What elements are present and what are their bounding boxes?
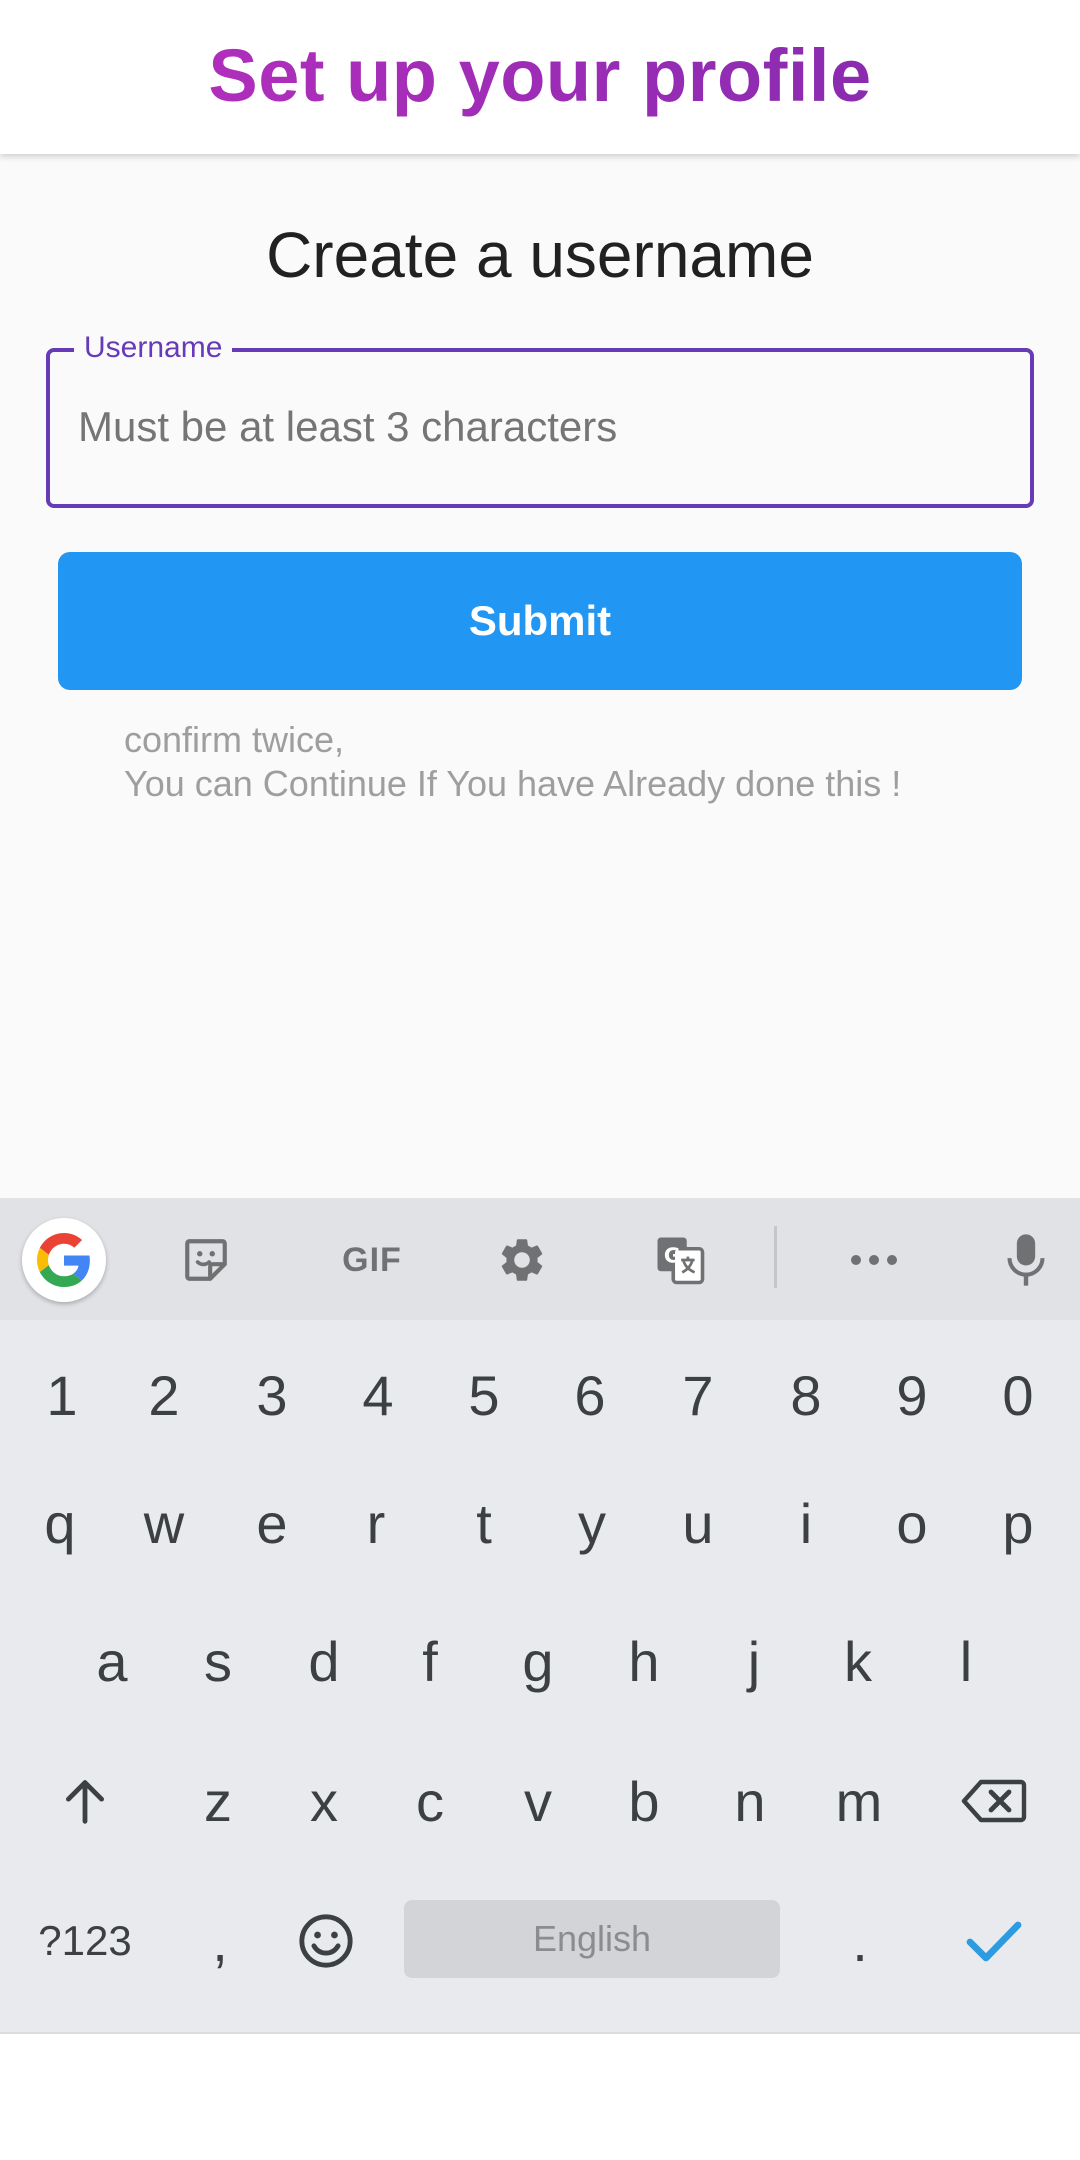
check-icon — [966, 1921, 1022, 1962]
username-label: Username — [74, 330, 233, 366]
emoji-icon — [299, 1914, 353, 1968]
translate-icon[interactable]: G — [640, 1220, 720, 1300]
key-0[interactable]: 0 — [974, 1330, 1062, 1460]
key-e[interactable]: e — [228, 1458, 316, 1588]
toolbar-divider — [774, 1226, 777, 1288]
key-w[interactable]: w — [120, 1458, 208, 1588]
key-q[interactable]: q — [16, 1458, 104, 1588]
keyboard-row-asdf: a s d f g h j k l — [0, 1596, 1080, 1726]
key-1[interactable]: 1 — [18, 1330, 106, 1460]
key-r[interactable]: r — [332, 1458, 420, 1588]
key-k[interactable]: k — [814, 1596, 902, 1726]
sticker-icon[interactable] — [166, 1220, 246, 1300]
key-c[interactable]: c — [386, 1736, 474, 1866]
keyboard-number-row: 1 2 3 4 5 6 7 8 9 0 — [0, 1330, 1080, 1460]
note-line-2: You can Continue If You have Already don… — [124, 763, 902, 804]
settings-icon[interactable] — [482, 1220, 562, 1300]
microphone-icon[interactable] — [986, 1220, 1066, 1300]
key-z[interactable]: z — [174, 1736, 262, 1866]
keyboard-toolbar: GIF G — [0, 1198, 1080, 1320]
key-h[interactable]: h — [600, 1596, 688, 1726]
key-7[interactable]: 7 — [654, 1330, 742, 1460]
key-a[interactable]: a — [68, 1596, 156, 1726]
key-s[interactable]: s — [174, 1596, 262, 1726]
shift-key[interactable] — [40, 1736, 130, 1866]
system-nav-bar — [0, 2032, 1080, 2160]
key-p[interactable]: p — [974, 1458, 1062, 1588]
key-v[interactable]: v — [494, 1736, 582, 1866]
key-m[interactable]: m — [814, 1736, 904, 1866]
backspace-icon — [961, 1779, 1027, 1823]
keyboard-row-qwerty: q w e r t y u i o p — [0, 1458, 1080, 1588]
key-j[interactable]: j — [710, 1596, 798, 1726]
emoji-key[interactable] — [282, 1876, 370, 2006]
key-l[interactable]: l — [922, 1596, 1010, 1726]
soft-keyboard: GIF G 1 2 3 4 5 6 7 8 9 0 q w e r t y u … — [0, 1198, 1080, 2032]
key-x[interactable]: x — [280, 1736, 368, 1866]
gif-icon[interactable]: GIF — [322, 1220, 422, 1300]
backspace-key[interactable] — [946, 1736, 1042, 1866]
page-title: Set up your profile — [208, 33, 872, 117]
username-field[interactable]: Username — [46, 330, 1034, 508]
google-icon[interactable] — [22, 1218, 106, 1302]
comma-key[interactable]: , — [176, 1876, 264, 2006]
keyboard-bottom-row: ?123 , English . — [0, 1876, 1080, 2006]
key-d[interactable]: d — [280, 1596, 368, 1726]
key-9[interactable]: 9 — [868, 1330, 956, 1460]
gif-label: GIF — [342, 1240, 402, 1279]
enter-check-key[interactable] — [950, 1876, 1038, 2006]
create-username-heading: Create a username — [266, 219, 814, 291]
key-t[interactable]: t — [440, 1458, 528, 1588]
shift-arrow-icon — [65, 1780, 105, 1824]
key-u[interactable]: u — [654, 1458, 742, 1588]
more-icon[interactable] — [834, 1220, 914, 1300]
svg-text:G: G — [664, 1243, 681, 1267]
key-4[interactable]: 4 — [334, 1330, 422, 1460]
key-6[interactable]: 6 — [546, 1330, 634, 1460]
key-g[interactable]: g — [494, 1596, 582, 1726]
space-key[interactable]: English — [404, 1900, 780, 1978]
username-input[interactable] — [78, 392, 998, 462]
key-b[interactable]: b — [600, 1736, 688, 1866]
key-y[interactable]: y — [548, 1458, 636, 1588]
period-key[interactable]: . — [816, 1876, 904, 2006]
key-5[interactable]: 5 — [440, 1330, 528, 1460]
key-3[interactable]: 3 — [228, 1330, 316, 1460]
submit-button[interactable]: Submit — [58, 552, 1022, 690]
key-o[interactable]: o — [868, 1458, 956, 1588]
note-line-1: confirm twice, — [124, 719, 345, 760]
keyboard-row-zxcv: z x c v b n m — [0, 1736, 1080, 1866]
key-2[interactable]: 2 — [120, 1330, 208, 1460]
key-f[interactable]: f — [386, 1596, 474, 1726]
app-bar: Set up your profile — [0, 0, 1080, 154]
info-note: confirm twice, You can Continue If You h… — [124, 718, 1024, 806]
symbols-key[interactable]: ?123 — [22, 1876, 148, 2006]
key-n[interactable]: n — [706, 1736, 794, 1866]
key-8[interactable]: 8 — [762, 1330, 850, 1460]
key-i[interactable]: i — [762, 1458, 850, 1588]
